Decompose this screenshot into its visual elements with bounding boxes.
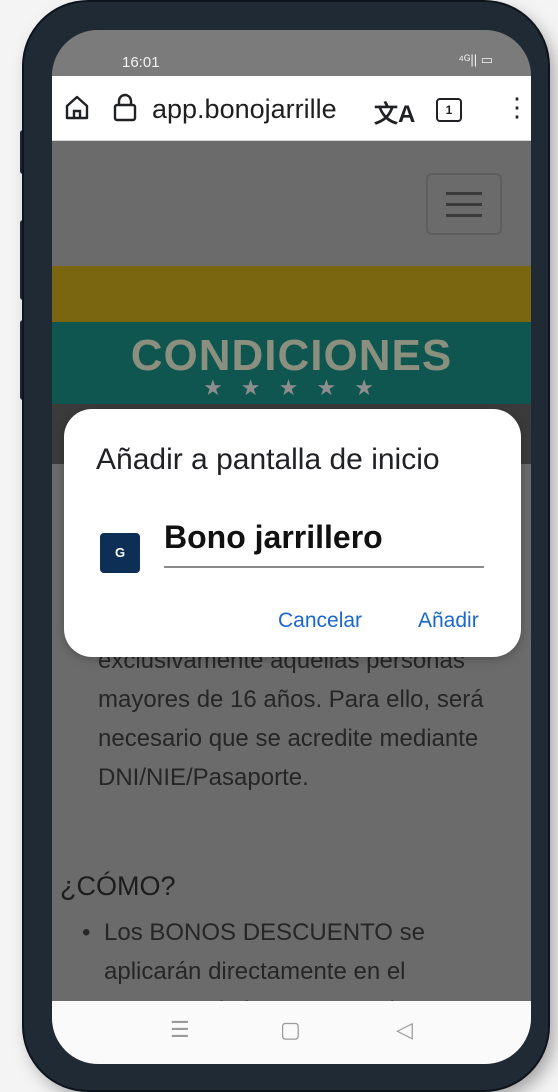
back-icon[interactable]: ◁	[396, 1017, 413, 1043]
hamburger-menu-icon[interactable]	[426, 173, 502, 235]
add-button[interactable]: Añadir	[418, 609, 479, 633]
browser-toolbar: app.bonojarrille 文A 1 ⋮	[52, 76, 531, 141]
conditions-text: exclusivamente aquellas personas mayores…	[98, 647, 484, 791]
status-bar: 16:01 ⁴ᴳ|| ▭	[52, 30, 531, 76]
add-to-home-dialog: Añadir a pantalla de inicio G Cancelar A…	[64, 409, 521, 657]
home-icon[interactable]	[62, 92, 92, 122]
list-item-text: Los BONOS DESCUENTO se aplicarán directa…	[104, 919, 425, 1001]
banner-top-strip	[52, 266, 531, 322]
system-nav-bar: ☰ ▢ ◁	[52, 1001, 531, 1064]
overflow-menu-icon[interactable]: ⋮	[504, 92, 530, 123]
list-item: • Los BONOS DESCUENTO se aplicarán direc…	[82, 913, 502, 1001]
banner-stars: ★ ★ ★ ★ ★	[202, 375, 381, 400]
status-time: 16:01	[122, 54, 160, 71]
app-icon: G	[100, 533, 140, 573]
url-field[interactable]: app.bonojarrille	[152, 94, 337, 125]
cancel-button[interactable]: Cancelar	[278, 609, 362, 633]
recent-apps-icon[interactable]: ☰	[170, 1017, 190, 1043]
banner-title: CONDICIONES	[130, 331, 453, 380]
lock-icon[interactable]	[112, 92, 138, 122]
dialog-title: Añadir a pantalla de inicio	[96, 443, 440, 476]
tab-switcher-button[interactable]: 1	[436, 98, 462, 122]
signal-battery-icon: ⁴ᴳ|| ▭	[458, 52, 493, 67]
app-name-input[interactable]	[164, 515, 484, 568]
bullet-dot: •	[82, 919, 91, 946]
home-nav-icon[interactable]: ▢	[280, 1017, 301, 1043]
how-heading: ¿CÓMO?	[60, 871, 176, 901]
translate-icon[interactable]: 文A	[374, 94, 415, 129]
phone-screen: 16:01 ⁴ᴳ|| ▭ app.bonojarrille 文A 1 ⋮ CON…	[52, 30, 531, 1064]
